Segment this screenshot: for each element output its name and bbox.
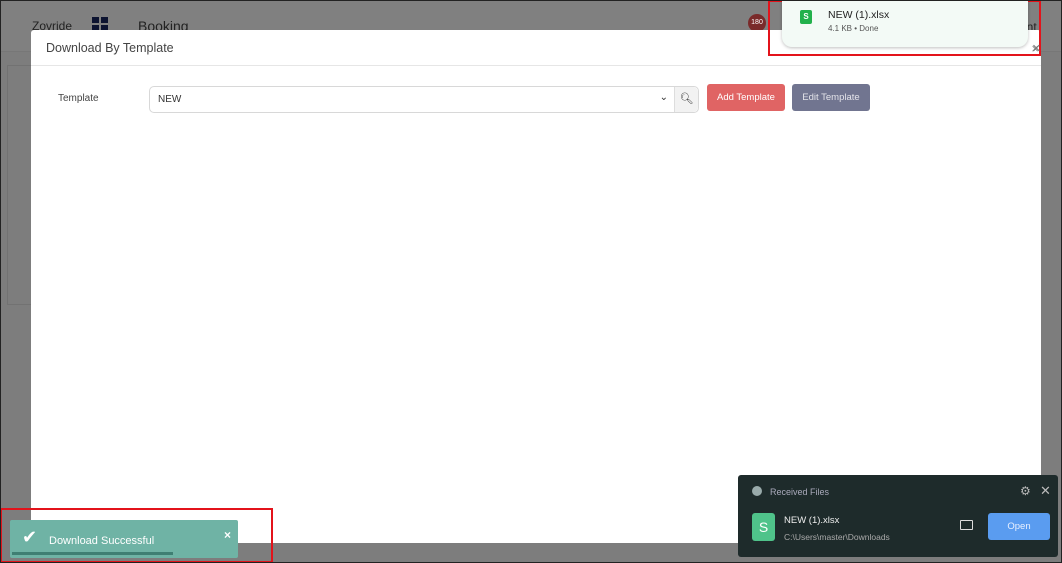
background-card (7, 65, 33, 305)
received-files-panel: Received Files ⚙ ✕ S NEW (1).xlsx C:\Use… (738, 475, 1058, 557)
toast-progress (12, 552, 174, 555)
download-popup[interactable]: S NEW (1).xlsx 4.1 KB • Done (782, 0, 1028, 47)
check-icon: ✔ (22, 527, 38, 547)
spreadsheet-icon: S (752, 513, 775, 541)
received-file-path: C:\Users\master\Downloads (784, 532, 890, 542)
folder-icon[interactable] (960, 520, 973, 530)
spreadsheet-icon: S (800, 10, 812, 24)
template-label: Template (58, 93, 99, 104)
download-popup-highlight: S NEW (1).xlsx 4.1 KB • Done ✕ (768, 0, 1041, 56)
gear-icon[interactable]: ⚙ (1020, 484, 1031, 498)
received-file-name: NEW (1).xlsx (784, 515, 840, 526)
open-button[interactable]: Open (988, 513, 1050, 540)
app-logo-icon (752, 486, 762, 496)
add-template-button[interactable]: Add Template (707, 84, 785, 111)
close-icon[interactable]: ✕ (1040, 483, 1051, 499)
template-value: NEW (158, 94, 182, 105)
download-file-name[interactable]: NEW (1).xlsx (828, 9, 889, 21)
template-select[interactable]: NEW ⌄ 🔍︎ (149, 86, 699, 113)
download-meta: 4.1 KB • Done (828, 24, 879, 33)
search-icon[interactable]: 🔍︎ (674, 87, 698, 112)
chevron-down-icon[interactable]: ⌄ (660, 92, 668, 103)
download-toast: ✔ Download Successful × (10, 520, 238, 558)
dashboard-icon[interactable] (92, 17, 108, 31)
received-files-title: Received Files (770, 487, 830, 497)
download-template-modal: Download By Template × Template NEW ⌄ 🔍︎… (31, 30, 1041, 543)
edit-template-button[interactable]: Edit Template (792, 84, 870, 111)
close-icon[interactable]: × (224, 528, 231, 542)
close-icon[interactable]: ✕ (1032, 42, 1041, 55)
toast-message: Download Successful (49, 535, 155, 547)
toast-highlight: ✔ Download Successful × (0, 508, 273, 563)
